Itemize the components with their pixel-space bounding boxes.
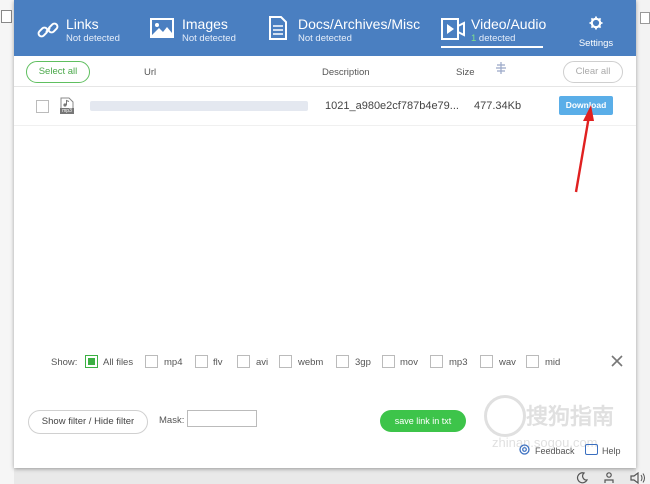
filter-label-3gp: 3gp: [355, 357, 371, 368]
tab-links-title: Links: [66, 16, 99, 32]
tab-links-status: Not detected: [66, 33, 120, 44]
filter-checkbox-mp4[interactable]: [145, 355, 158, 368]
moon-icon[interactable]: [576, 472, 588, 484]
filter-checkbox-mp3[interactable]: [430, 355, 443, 368]
help-bubble-icon: [585, 444, 598, 455]
filter-checkbox-wav[interactable]: [480, 355, 493, 368]
mask-label: Mask:: [159, 415, 185, 426]
row-checkbox[interactable]: [36, 100, 49, 113]
tab-images[interactable]: Images Not detected: [150, 0, 262, 56]
tab-links[interactable]: Links Not detected: [34, 0, 144, 56]
toggle-filter-button[interactable]: Show filter / Hide filter: [28, 410, 148, 434]
tab-images-status: Not detected: [182, 33, 236, 44]
row-size: 477.34Kb: [474, 100, 522, 112]
filter-label-avi: avi: [256, 357, 269, 368]
detected-text: detected: [476, 33, 516, 44]
gear-icon: [589, 16, 603, 30]
document-icon: [1, 10, 12, 23]
filter-label-mp3: mp3: [449, 357, 468, 368]
column-description: Description: [322, 67, 370, 78]
tab-bar: Links Not detected Images Not detected D…: [14, 0, 636, 56]
download-manager-popup: Links Not detected Images Not detected D…: [14, 0, 636, 468]
tab-video-audio-status: 1 detected: [471, 33, 515, 44]
row-description: 1021_a980e2cf787b4e79...: [325, 100, 459, 112]
filter-checkbox-flv[interactable]: [195, 355, 208, 368]
settings-label: Settings: [578, 38, 614, 49]
at-icon: [519, 444, 530, 455]
mask-input[interactable]: [187, 410, 257, 427]
image-icon: [150, 18, 174, 38]
tab-docs[interactable]: Docs/Archives/Misc Not detected: [268, 0, 421, 56]
watermark-text: 搜狗指南: [526, 404, 615, 429]
download-button[interactable]: Download: [559, 96, 613, 115]
filter-label-mp4: mp4: [164, 357, 183, 368]
filter-label-all-files: All files: [103, 357, 134, 368]
filter-label-webm: webm: [298, 357, 324, 368]
link-icon: [37, 22, 59, 38]
tab-images-title: Images: [182, 16, 228, 32]
filter-label-mid: mid: [545, 357, 561, 368]
filter-checkbox-all-files[interactable]: [85, 355, 98, 368]
filter-checkbox-3gp[interactable]: [336, 355, 349, 368]
tab-docs-title: Docs/Archives/Misc: [298, 16, 421, 32]
help-link[interactable]: Help: [602, 446, 621, 456]
video-audio-icon: [441, 18, 465, 40]
filter-checkbox-avi[interactable]: [237, 355, 250, 368]
active-tab-indicator: [441, 46, 543, 48]
background-window-left: [0, 0, 14, 484]
filter-checkbox-mov[interactable]: [382, 355, 395, 368]
close-icon[interactable]: [610, 354, 624, 368]
filter-label-flv: flv: [213, 357, 223, 368]
settings-button[interactable]: Settings: [574, 14, 618, 50]
tab-video-audio-title: Video/Audio: [471, 16, 547, 32]
filter-checkbox-mid[interactable]: [526, 355, 539, 368]
watermark-logo: [484, 395, 526, 437]
window-icon: [640, 12, 650, 24]
column-url: Url: [144, 67, 157, 78]
person-icon[interactable]: [604, 472, 614, 484]
filter-checkbox-webm[interactable]: [279, 355, 292, 368]
show-label: Show:: [51, 357, 78, 368]
document-icon: [269, 16, 287, 40]
speaker-icon[interactable]: [630, 472, 646, 484]
filter-label-wav: wav: [499, 357, 516, 368]
feedback-link[interactable]: Feedback: [535, 446, 575, 456]
select-all-button[interactable]: Select all: [26, 61, 90, 83]
clear-all-button[interactable]: Clear all: [563, 61, 623, 83]
save-link-button[interactable]: save link in txt: [380, 410, 466, 432]
url-cell-blurred[interactable]: [90, 101, 308, 111]
file-type-label: mp3: [60, 108, 74, 114]
audio-file-icon: mp3: [60, 97, 74, 114]
sort-icon[interactable]: [495, 62, 507, 74]
column-size[interactable]: Size: [456, 67, 474, 78]
filter-label-mov: mov: [400, 357, 418, 368]
tab-docs-status: Not detected: [298, 33, 352, 44]
